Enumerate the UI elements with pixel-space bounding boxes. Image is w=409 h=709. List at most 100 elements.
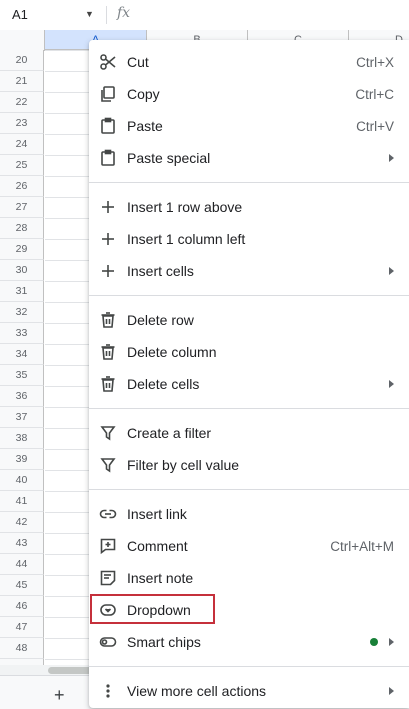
row-header[interactable]: 28 [0,218,44,239]
submenu-arrow-icon [389,154,394,162]
plus-icon [99,230,117,248]
menu-item-label: Insert 1 row above [127,199,243,215]
context-menu: Cut Ctrl+X Copy Ctrl+C Paste Ctrl+V Past… [89,40,409,708]
filter-icon [99,456,117,474]
row-header[interactable]: 25 [0,155,44,176]
row-header[interactable]: 42 [0,512,44,533]
menu-item-insert-row-above[interactable]: Insert 1 row above [89,191,409,223]
select-all-corner[interactable] [0,30,45,51]
menu-item-label: Paste special [127,150,211,166]
shortcut-text: Ctrl+C [355,87,394,102]
copy-icon [99,85,117,103]
add-sheet-button[interactable]: + [54,686,65,704]
menu-item-paste-special[interactable]: Paste special [89,142,409,174]
name-box[interactable]: A1 [12,7,28,22]
menu-item-label: Insert note [127,570,194,586]
menu-item-label: Create a filter [127,425,212,441]
row-header[interactable]: 29 [0,239,44,260]
shortcut-text: Ctrl+Alt+M [330,539,394,554]
smart-chip-icon [99,633,117,651]
menu-item-label: Paste [127,118,163,134]
formula-bar: A1 ▼ fx [0,0,409,31]
trash-icon [99,375,117,393]
row-header[interactable]: 30 [0,260,44,281]
menu-item-label: Copy [127,86,160,102]
row-header[interactable]: 38 [0,428,44,449]
row-header[interactable]: 34 [0,344,44,365]
row-header[interactable]: 48 [0,638,44,659]
row-header[interactable]: 33 [0,323,44,344]
chevron-down-icon[interactable]: ▼ [85,9,94,19]
menu-item-insert-column-left[interactable]: Insert 1 column left [89,223,409,255]
row-header[interactable]: 46 [0,596,44,617]
row-header[interactable]: 27 [0,197,44,218]
highlight-box [90,594,215,624]
menu-item-delete-row[interactable]: Delete row [89,304,409,336]
row-header[interactable]: 45 [0,575,44,596]
menu-item-comment[interactable]: Comment Ctrl+Alt+M [89,530,409,562]
row-header[interactable]: 22 [0,92,44,113]
submenu-arrow-icon [389,638,394,646]
submenu-arrow-icon [389,687,394,695]
menu-item-delete-column[interactable]: Delete column [89,336,409,368]
row-header[interactable]: 21 [0,71,44,92]
plus-icon [99,262,117,280]
row-header[interactable]: 41 [0,491,44,512]
menu-item-delete-cells[interactable]: Delete cells [89,368,409,400]
menu-item-label: Delete row [127,312,194,328]
trash-icon [99,311,117,329]
menu-item-label: Delete cells [127,376,200,392]
row-header[interactable]: 36 [0,386,44,407]
menu-item-label: Comment [127,538,188,554]
more-vert-icon [99,682,117,700]
menu-item-label: Delete column [127,344,217,360]
menu-item-cut[interactable]: Cut Ctrl+X [89,46,409,78]
menu-item-label: Insert cells [127,263,194,279]
menu-item-smart-chips[interactable]: Smart chips [89,626,409,658]
row-headers: 20 21 22 23 24 25 26 27 28 29 30 31 32 33 34 35 36 37 38 39… [0,50,44,675]
menu-separator [89,295,409,296]
menu-item-label: Smart chips [127,634,201,650]
row-header[interactable]: 35 [0,365,44,386]
row-header[interactable]: 31 [0,281,44,302]
row-header[interactable]: 37 [0,407,44,428]
row-header[interactable]: 20 [0,50,44,71]
formula-bar-divider [106,6,107,24]
trash-icon [99,343,117,361]
row-header[interactable]: 47 [0,617,44,638]
row-header[interactable]: 32 [0,302,44,323]
menu-item-label: Filter by cell value [127,457,240,473]
menu-item-filter-by-value[interactable]: Filter by cell value [89,449,409,481]
menu-item-insert-cells[interactable]: Insert cells [89,255,409,287]
row-header[interactable]: 40 [0,470,44,491]
menu-separator [89,489,409,490]
row-header[interactable]: 39 [0,449,44,470]
scissors-icon [99,53,117,71]
new-badge-dot [370,638,378,646]
plus-icon [99,198,117,216]
row-header[interactable]: 43 [0,533,44,554]
menu-separator [89,408,409,409]
menu-item-paste[interactable]: Paste Ctrl+V [89,110,409,142]
menu-item-label: Cut [127,54,149,70]
shortcut-text: Ctrl+V [356,119,394,134]
clipboard-icon [99,149,117,167]
menu-item-insert-note[interactable]: Insert note [89,562,409,594]
row-header[interactable]: 24 [0,134,44,155]
filter-icon [99,424,117,442]
menu-item-more-cell-actions[interactable]: View more cell actions [89,675,409,707]
row-header[interactable]: 26 [0,176,44,197]
scrollbar-thumb[interactable] [48,667,92,674]
submenu-arrow-icon [389,267,394,275]
clipboard-icon [99,117,117,135]
add-comment-icon [99,537,117,555]
menu-item-insert-link[interactable]: Insert link [89,498,409,530]
row-header[interactable]: 44 [0,554,44,575]
menu-separator [89,666,409,667]
note-icon [99,569,117,587]
row-header[interactable]: 23 [0,113,44,134]
fx-icon: fx [117,5,131,21]
menu-item-copy[interactable]: Copy Ctrl+C [89,78,409,110]
menu-item-create-filter[interactable]: Create a filter [89,417,409,449]
menu-item-label: View more cell actions [127,683,267,699]
